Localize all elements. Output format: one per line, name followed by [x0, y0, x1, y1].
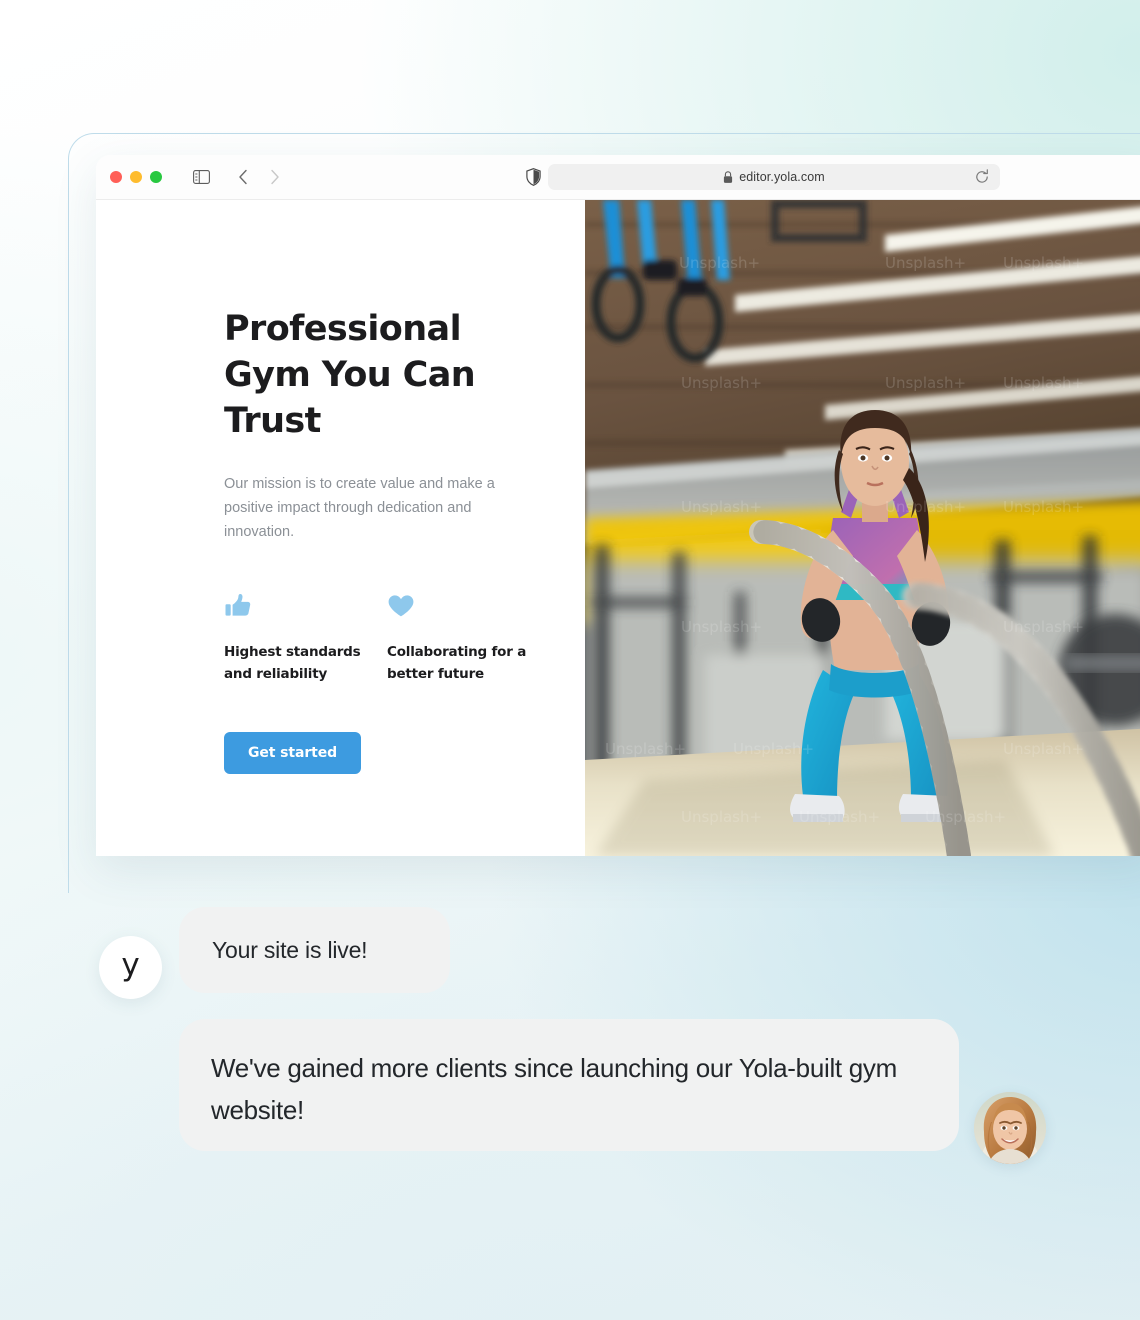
yola-brand-avatar: y	[99, 936, 162, 999]
svg-text:Unsplash+: Unsplash+	[1003, 374, 1084, 392]
svg-text:Unsplash+: Unsplash+	[681, 618, 762, 636]
feature-item-standards: Highest standards and reliability	[224, 592, 387, 685]
hero-subtitle: Our mission is to create value and make …	[224, 476, 495, 540]
svg-text:Unsplash+: Unsplash+	[1003, 618, 1084, 636]
heart-icon	[387, 592, 550, 622]
chat-testimonial-section: y Your site is live! We've gained more c…	[0, 880, 1140, 1200]
chevron-left-icon[interactable]	[230, 164, 256, 190]
svg-text:Unsplash+: Unsplash+	[681, 374, 762, 392]
sidebar-toggle-icon[interactable]	[188, 164, 214, 190]
hero-feature-list: Highest standards and reliability Collab…	[224, 592, 585, 685]
svg-text:Unsplash+: Unsplash+	[799, 808, 880, 826]
svg-text:Unsplash+: Unsplash+	[733, 740, 814, 758]
chat-message-text: Your site is live!	[212, 936, 368, 963]
svg-text:Unsplash+: Unsplash+	[885, 254, 966, 272]
hero-text-column: Professional Gym You Can Trust Our missi…	[96, 200, 585, 856]
svg-text:Unsplash+: Unsplash+	[605, 740, 686, 758]
chat-bubble-yola: Your site is live!	[179, 907, 450, 993]
gym-battle-ropes-photo: Unsplash+ Unsplash+ Unsplash+ Unsplash+ …	[585, 200, 1140, 856]
browser-window: editor.yola.com Professional Gym You Can…	[96, 155, 1140, 856]
svg-text:Unsplash+: Unsplash+	[681, 498, 762, 516]
chevron-right-icon[interactable]	[262, 164, 288, 190]
window-traffic-lights	[110, 171, 162, 183]
svg-text:Unsplash+: Unsplash+	[925, 808, 1006, 826]
chat-message-text: We've gained more clients since launchin…	[211, 1053, 897, 1125]
url-text: editor.yola.com	[739, 170, 825, 184]
svg-text:Unsplash+: Unsplash+	[1003, 254, 1084, 272]
feature-label: Collaborating for a better future	[387, 644, 527, 682]
thumbs-up-icon	[224, 592, 387, 622]
minimize-window-button[interactable]	[130, 171, 142, 183]
browser-toolbar: editor.yola.com	[96, 155, 1140, 200]
zoom-window-button[interactable]	[150, 171, 162, 183]
shield-icon[interactable]	[521, 165, 545, 189]
svg-text:Unsplash+: Unsplash+	[885, 374, 966, 392]
reload-icon[interactable]	[974, 169, 990, 185]
lock-icon	[723, 170, 733, 184]
get-started-button[interactable]: Get started	[224, 732, 362, 774]
address-bar[interactable]: editor.yola.com	[548, 164, 1000, 190]
svg-text:Unsplash+: Unsplash+	[885, 498, 966, 516]
svg-text:Unsplash+: Unsplash+	[1003, 740, 1084, 758]
svg-text:Unsplash+: Unsplash+	[679, 254, 760, 272]
website-preview-canvas: Professional Gym You Can Trust Our missi…	[96, 200, 1140, 856]
feature-item-collaborating: Collaborating for a better future	[387, 592, 550, 685]
feature-label: Highest standards and reliability	[224, 644, 361, 682]
close-window-button[interactable]	[110, 171, 122, 183]
browser-nav-arrows	[230, 164, 288, 190]
hero-title: Professional Gym You Can Trust	[224, 309, 476, 441]
svg-text:Unsplash+: Unsplash+	[1003, 498, 1084, 516]
chat-bubble-client: We've gained more clients since launchin…	[179, 1019, 959, 1151]
svg-text:Unsplash+: Unsplash+	[681, 808, 762, 826]
client-portrait-avatar	[974, 1092, 1046, 1164]
